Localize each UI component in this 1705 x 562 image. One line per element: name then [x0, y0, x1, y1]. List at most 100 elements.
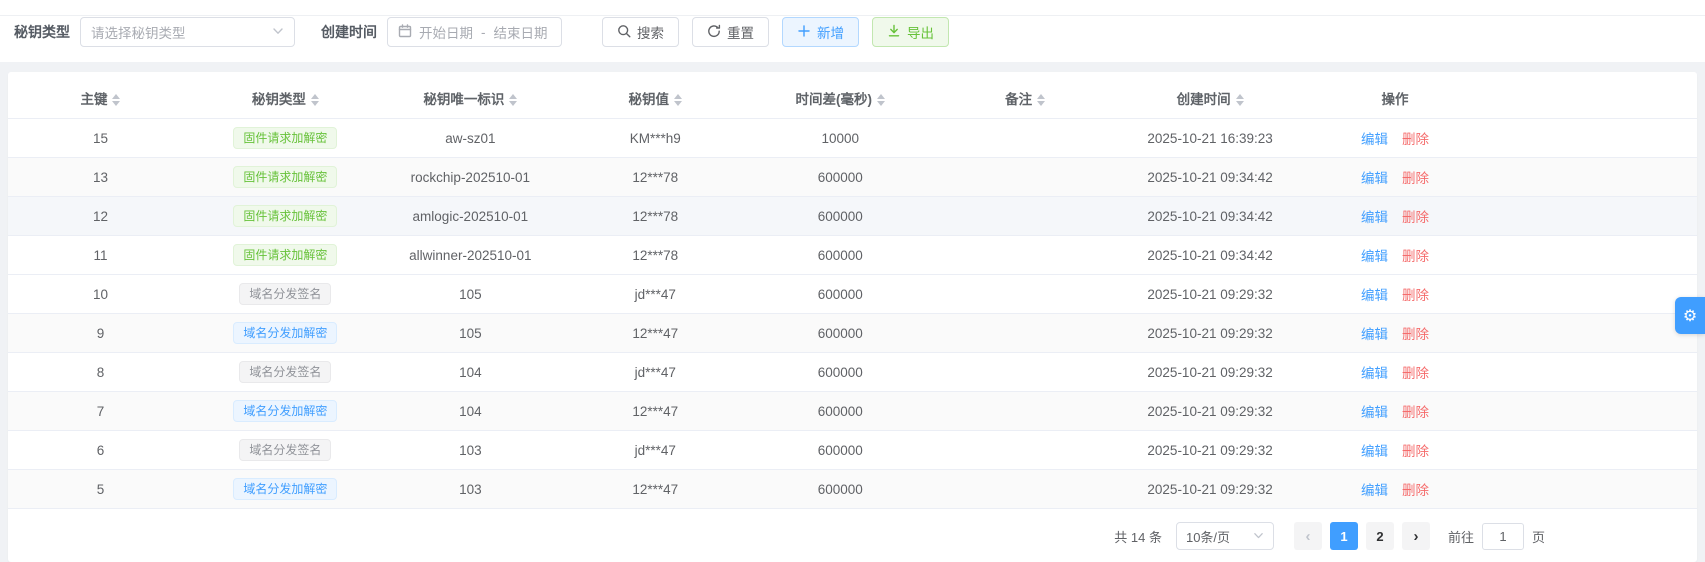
delete-link[interactable]: 删除 — [1402, 132, 1429, 147]
cell-key-value: KM***h9 — [563, 119, 748, 158]
column-header-1[interactable]: 秘钥类型 — [193, 78, 378, 119]
edit-link[interactable]: 编辑 — [1361, 405, 1388, 420]
sort-icon[interactable] — [877, 94, 885, 106]
sort-desc-icon[interactable] — [112, 101, 120, 106]
reset-button[interactable]: 重置 — [692, 17, 769, 47]
sort-icon[interactable] — [674, 94, 682, 106]
page-button-2[interactable]: 2 — [1366, 522, 1394, 550]
cell-primary-key: 11 — [8, 236, 193, 275]
cell-primary-key: 7 — [8, 392, 193, 431]
column-header-7: 操作 — [1303, 78, 1488, 119]
edit-link[interactable]: 编辑 — [1361, 444, 1388, 459]
sort-desc-icon[interactable] — [1236, 101, 1244, 106]
edit-link[interactable]: 编辑 — [1361, 249, 1388, 264]
key-type-tag: 域名分发签名 — [239, 283, 331, 305]
key-type-select[interactable]: 请选择秘钥类型 — [80, 17, 295, 47]
next-page-button[interactable]: › — [1402, 522, 1430, 550]
key-type-tag: 域名分发加解密 — [233, 478, 337, 500]
prev-page-button[interactable]: ‹ — [1294, 522, 1322, 550]
delete-link[interactable]: 删除 — [1402, 288, 1429, 303]
sort-icon[interactable] — [311, 94, 319, 106]
cell-primary-key: 9 — [8, 314, 193, 353]
edit-link[interactable]: 编辑 — [1361, 366, 1388, 381]
cell-identifier: 104 — [378, 353, 563, 392]
edit-link[interactable]: 编辑 — [1361, 132, 1388, 147]
delete-link[interactable]: 删除 — [1402, 483, 1429, 498]
edit-link[interactable]: 编辑 — [1361, 288, 1388, 303]
calendar-icon — [398, 24, 419, 41]
cell-key-value: 12***47 — [563, 392, 748, 431]
column-header-5[interactable]: 备注 — [933, 78, 1118, 119]
sort-icon[interactable] — [112, 94, 120, 106]
create-time-range-picker[interactable]: 开始日期 - 结束日期 — [387, 17, 562, 47]
search-button[interactable]: 搜索 — [602, 17, 679, 47]
edit-link[interactable]: 编辑 — [1361, 171, 1388, 186]
cell-identifier: 103 — [378, 431, 563, 470]
delete-link[interactable]: 删除 — [1402, 405, 1429, 420]
delete-link[interactable]: 删除 — [1402, 249, 1429, 264]
cell-key-type: 域名分发加解密 — [193, 314, 378, 353]
sort-icon[interactable] — [1236, 94, 1244, 106]
column-header-4[interactable]: 时间差(毫秒) — [748, 78, 933, 119]
settings-gear-button[interactable]: ⚙ — [1675, 297, 1705, 334]
page-size-select[interactable]: 10条/页 — [1176, 522, 1274, 550]
sort-desc-icon[interactable] — [509, 101, 517, 106]
cell-actions: 编辑删除 — [1303, 431, 1488, 470]
cell-created-time: 2025-10-21 09:29:32 — [1118, 353, 1303, 392]
pagination-total: 共 14 条 — [1114, 527, 1162, 546]
sort-asc-icon[interactable] — [877, 94, 885, 99]
key-type-tag: 域名分发签名 — [239, 439, 331, 461]
edit-link[interactable]: 编辑 — [1361, 210, 1388, 225]
sort-asc-icon[interactable] — [1037, 94, 1045, 99]
sort-icon[interactable] — [509, 94, 517, 106]
page-unit-label: 页 — [1532, 527, 1545, 546]
cell-filler — [1488, 275, 1698, 314]
delete-link[interactable]: 删除 — [1402, 327, 1429, 342]
column-header-0[interactable]: 主键 — [8, 78, 193, 119]
cell-key-value: 12***47 — [563, 314, 748, 353]
key-type-tag: 固件请求加解密 — [233, 244, 337, 266]
export-button[interactable]: 导出 — [872, 17, 949, 47]
cell-key-type: 域名分发签名 — [193, 275, 378, 314]
edit-link[interactable]: 编辑 — [1361, 483, 1388, 498]
add-button[interactable]: 新增 — [782, 17, 859, 47]
goto-page-input[interactable] — [1482, 523, 1524, 550]
cell-filler — [1488, 158, 1698, 197]
sort-desc-icon[interactable] — [311, 101, 319, 106]
cell-actions: 编辑删除 — [1303, 236, 1488, 275]
sort-asc-icon[interactable] — [311, 94, 319, 99]
page-button-1[interactable]: 1 — [1330, 522, 1358, 550]
cell-primary-key: 5 — [8, 470, 193, 509]
sort-asc-icon[interactable] — [1236, 94, 1244, 99]
column-header-6[interactable]: 创建时间 — [1118, 78, 1303, 119]
filter-bar: 秘钥类型 请选择秘钥类型 创建时间 开始日期 - 结束日期 搜索 重置 新增 导… — [0, 0, 1705, 62]
sort-desc-icon[interactable] — [877, 101, 885, 106]
delete-link[interactable]: 删除 — [1402, 444, 1429, 459]
table-row: 11固件请求加解密allwinner-202510-0112***7860000… — [8, 236, 1697, 275]
edit-link[interactable]: 编辑 — [1361, 327, 1388, 342]
column-header-label: 时间差(毫秒) — [795, 92, 872, 107]
cell-identifier: 103 — [378, 470, 563, 509]
cell-actions: 编辑删除 — [1303, 158, 1488, 197]
sort-asc-icon[interactable] — [509, 94, 517, 99]
refresh-icon — [707, 24, 727, 41]
column-header-label: 秘钥类型 — [252, 92, 306, 107]
search-icon — [617, 24, 637, 41]
cell-key-value: jd***47 — [563, 431, 748, 470]
delete-link[interactable]: 删除 — [1402, 171, 1429, 186]
goto-label: 前往 — [1448, 527, 1474, 546]
cell-filler — [1488, 353, 1698, 392]
column-header-2[interactable]: 秘钥唯一标识 — [378, 78, 563, 119]
cell-time-diff: 10000 — [748, 119, 933, 158]
delete-link[interactable]: 删除 — [1402, 210, 1429, 225]
sort-desc-icon[interactable] — [1037, 101, 1045, 106]
column-header-3[interactable]: 秘钥值 — [563, 78, 748, 119]
sort-asc-icon[interactable] — [674, 94, 682, 99]
delete-link[interactable]: 删除 — [1402, 366, 1429, 381]
sort-desc-icon[interactable] — [674, 101, 682, 106]
sort-icon[interactable] — [1037, 94, 1045, 106]
sort-asc-icon[interactable] — [112, 94, 120, 99]
table-row: 5域名分发加解密10312***476000002025-10-21 09:29… — [8, 470, 1697, 509]
cell-identifier: allwinner-202510-01 — [378, 236, 563, 275]
column-header-label: 秘钥值 — [629, 92, 670, 107]
